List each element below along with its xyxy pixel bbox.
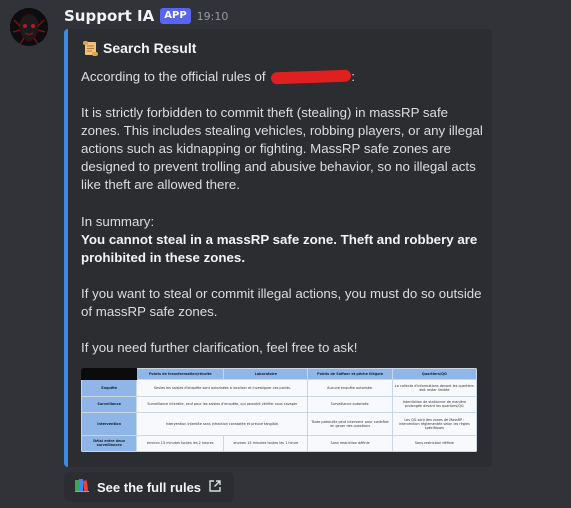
username[interactable]: Support IA [64, 7, 154, 25]
rules-table-image[interactable]: Points de transformation/récolte Laborat… [81, 368, 477, 452]
table-header-cell: Quartiers/QG [391, 368, 477, 380]
embed-card: Search Result According to the official … [64, 29, 492, 467]
table-cell: Les QG sont des zones de MassRP : interv… [391, 412, 477, 436]
table-cell: environ 15 minutes toutes les 2 heures [136, 434, 225, 452]
paragraph-illegal-actions: If you want to steal or commit illegal a… [81, 285, 482, 319]
table-cell: Toute patrouille peut intervenir pour co… [307, 412, 393, 436]
scroll-icon [81, 39, 99, 57]
external-link-icon [208, 478, 222, 497]
paragraph-clarification: If you need further clarification, feel … [81, 340, 358, 356]
message-header: Support IA APP 19:10 [64, 6, 228, 26]
table-header-row: Points de transformation/récolte Laborat… [81, 368, 477, 380]
table-row: Enquête Seules les saisies d'enquête son… [81, 379, 477, 397]
books-icon [74, 477, 90, 497]
intro-line: According to the official rules of : [81, 68, 485, 86]
table-row: Intervention Intervention interdite sans… [81, 412, 477, 436]
see-full-rules-button[interactable]: See the full rules [64, 472, 234, 502]
rules-table: Points de transformation/récolte Laborat… [81, 368, 477, 452]
avatar[interactable] [10, 8, 48, 46]
table-row-header: Enquête [81, 379, 138, 397]
table-row-header: Intervention [81, 412, 138, 436]
embed-title: Search Result [81, 39, 196, 57]
table-header-cell: Laboratoire [223, 368, 309, 380]
table-cell: Seules les saisies d'enquête sont autori… [136, 379, 309, 397]
table-row-header: Surveillance [81, 395, 138, 413]
table-header-cell: Points de transformation/récolte [136, 368, 225, 380]
table-cell: Intervention interdite sans infraction c… [136, 412, 309, 436]
table-cell: Interdiction de stationner de manière pr… [391, 395, 477, 413]
timestamp: 19:10 [196, 9, 229, 23]
summary-label: In summary: [81, 213, 155, 229]
table-cell: Aucune enquête autorisée. [307, 379, 393, 397]
table-row-header: Délai entre deux surveillances [81, 434, 138, 452]
table-header-cell [81, 368, 138, 380]
embed-description: According to the official rules of : It … [81, 68, 485, 357]
app-badge: APP [160, 8, 191, 24]
redaction-mark [271, 70, 352, 85]
table-row: Surveillance Surveillance interdite, seu… [81, 395, 477, 413]
table-cell: Surveillance autorisée. [307, 395, 393, 413]
table-cell: La collecte d'informations devant les qu… [391, 379, 477, 397]
paragraph-theft-rule: It is strictly forbidden to commit theft… [81, 105, 483, 193]
summary-bold: You cannot steal in a massRP safe zone. … [81, 231, 478, 265]
intro-suffix: : [351, 69, 355, 84]
intro-text: According to the official rules of [81, 69, 266, 84]
table-row: Délai entre deux surveillances environ 1… [81, 434, 477, 452]
embed-title-text: Search Result [103, 40, 197, 56]
table-cell: Sans restriction définie [307, 434, 393, 452]
table-cell: Surveillance interdite, seuf pour les sa… [136, 395, 309, 413]
table-cell: environ 15 minutes toutes les 1 heure [223, 434, 309, 452]
table-cell: Sans restriction définie [391, 434, 477, 452]
table-header-cell: Points de Saffuer et pêche illégale [307, 368, 393, 380]
see-full-rules-label: See the full rules [97, 479, 202, 495]
